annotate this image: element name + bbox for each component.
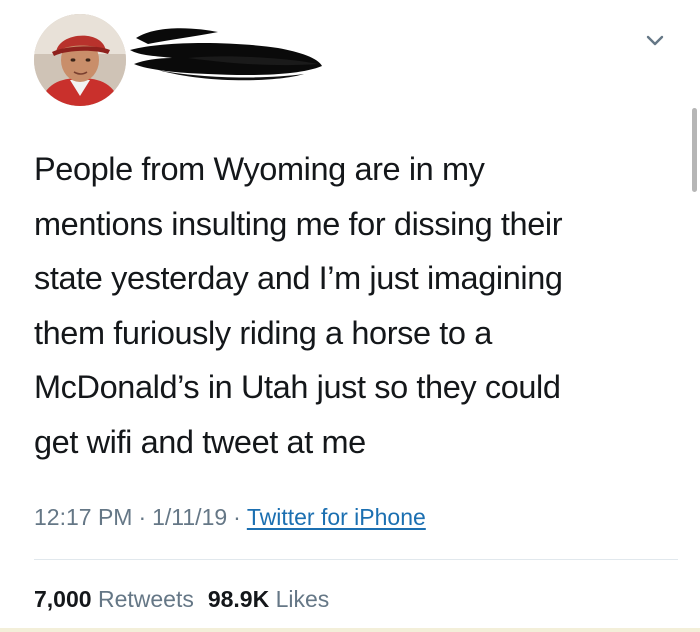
tweet-metadata: 12:17 PM · 1/11/19 · Twitter for iPhone xyxy=(34,498,426,536)
tweet-text: People from Wyoming are in my mentions i… xyxy=(34,142,674,469)
divider xyxy=(34,559,678,560)
avatar-photo xyxy=(34,14,126,106)
retweets-stat[interactable]: 7,000 Retweets xyxy=(34,586,194,612)
tweet-text-line: get wifi and tweet at me xyxy=(34,423,366,460)
chevron-down-icon[interactable] xyxy=(640,26,670,56)
separator: · xyxy=(233,504,241,530)
bottom-edge xyxy=(0,628,700,632)
tweet-date[interactable]: 1/11/19 xyxy=(152,504,227,530)
tweet-text-line: People from Wyoming are in my xyxy=(34,151,485,187)
likes-count: 98.9K xyxy=(207,586,270,612)
retweets-count: 7,000 xyxy=(34,586,92,612)
tweet-time[interactable]: 12:17 PM xyxy=(34,504,132,530)
tweet-text-line: them furiously riding a horse to a xyxy=(34,314,492,351)
retweets-label: Retweets xyxy=(97,586,194,612)
likes-stat[interactable]: 98.9K Likes xyxy=(208,586,329,612)
tweet-stats: 7,000 Retweets 98.9K Likes xyxy=(34,580,329,618)
avatar[interactable] xyxy=(34,14,126,106)
tweet-text-line: McDonald’s in Utah just so they could xyxy=(34,369,561,405)
tweet-header xyxy=(0,0,700,120)
separator: · xyxy=(138,504,147,530)
tweet-card: People from Wyoming are in my mentions i… xyxy=(0,0,700,632)
tweet-text-line: mentions insulting me for dissing their xyxy=(34,205,563,242)
tweet-source-link[interactable]: Twitter for iPhone xyxy=(247,504,426,530)
scrollbar[interactable] xyxy=(692,108,697,192)
redacted-username xyxy=(130,28,322,81)
likes-label: Likes xyxy=(275,586,330,612)
tweet-text-line: state yesterday and I’m just imagining xyxy=(34,260,563,296)
